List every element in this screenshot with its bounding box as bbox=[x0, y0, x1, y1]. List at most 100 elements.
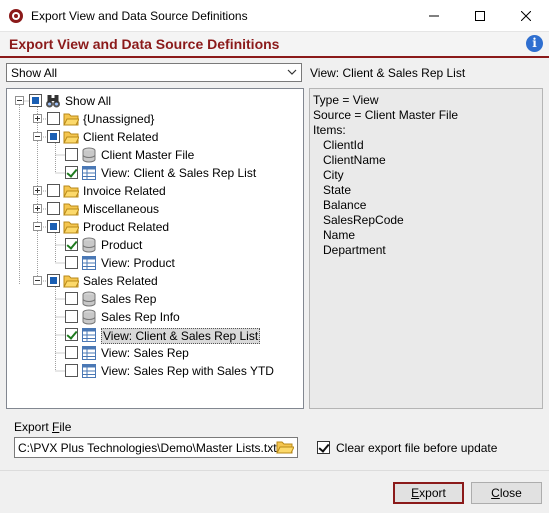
title-bar: Export View and Data Source Definitions bbox=[0, 0, 549, 32]
collapse-icon[interactable] bbox=[33, 222, 42, 231]
app-icon bbox=[9, 9, 23, 23]
clear-export-file-checkbox[interactable] bbox=[317, 441, 330, 454]
tree-node-checkbox[interactable] bbox=[65, 256, 78, 269]
tree-node-checkbox[interactable] bbox=[47, 130, 60, 143]
header-title: Export View and Data Source Definitions bbox=[9, 36, 280, 52]
details-item: ClientId bbox=[323, 138, 364, 152]
maximize-button[interactable] bbox=[457, 0, 503, 32]
footer-divider bbox=[0, 470, 549, 471]
tree-node-label[interactable]: Sales Related bbox=[83, 274, 158, 288]
tree-node-checkbox[interactable] bbox=[65, 346, 78, 359]
tree-node-checkbox[interactable] bbox=[65, 148, 78, 161]
tree-node-checkbox[interactable] bbox=[65, 364, 78, 377]
table-view-icon bbox=[82, 256, 96, 270]
minimize-icon bbox=[429, 15, 439, 17]
clear-export-file-label[interactable]: Clear export file before update bbox=[336, 441, 497, 455]
tree-node[interactable]: Miscellaneous bbox=[7, 200, 303, 218]
tree-node[interactable]: View: Client & Sales Rep List bbox=[7, 164, 303, 182]
tree-node-checkbox[interactable] bbox=[65, 238, 78, 251]
tree-node[interactable]: Product bbox=[7, 236, 303, 254]
tree-node-label[interactable]: View: Product bbox=[101, 256, 175, 270]
expand-icon[interactable] bbox=[33, 204, 42, 213]
tree-node-checkbox[interactable] bbox=[65, 292, 78, 305]
table-view-icon bbox=[82, 166, 96, 180]
tree-node-label[interactable]: View: Client & Sales Rep List bbox=[101, 166, 256, 180]
tree-node-checkbox[interactable] bbox=[47, 220, 60, 233]
export-button[interactable]: Export bbox=[393, 482, 464, 504]
filter-select[interactable]: Show All bbox=[6, 63, 302, 82]
view-name-label: View: Client & Sales Rep List bbox=[310, 66, 466, 80]
collapse-icon[interactable] bbox=[15, 96, 24, 105]
tree-node-checkbox[interactable] bbox=[47, 274, 60, 287]
minimize-button[interactable] bbox=[411, 0, 457, 32]
tree-node[interactable]: Sales Rep Info bbox=[7, 308, 303, 326]
tree-node-checkbox[interactable] bbox=[65, 166, 78, 179]
details-item: State bbox=[323, 183, 352, 197]
folder-icon bbox=[63, 131, 79, 144]
tree-node-label[interactable]: Miscellaneous bbox=[83, 202, 159, 216]
tree-node-label[interactable]: Client Related bbox=[83, 130, 158, 144]
close-button[interactable]: Close bbox=[471, 482, 542, 504]
tree-node-label[interactable]: Client Master File bbox=[101, 148, 194, 162]
binoculars-icon bbox=[46, 95, 60, 108]
tree-node[interactable]: Client Master File bbox=[7, 146, 303, 164]
tree-node-checkbox[interactable] bbox=[29, 94, 42, 107]
definitions-tree[interactable]: Show All {Unassigned} Client Related Client… bbox=[6, 88, 304, 409]
details-item: ClientName bbox=[323, 153, 386, 167]
tree-node[interactable]: Sales Rep bbox=[7, 290, 303, 308]
chevron-down-icon bbox=[287, 69, 297, 75]
tree-node-label[interactable]: Product bbox=[101, 238, 142, 252]
database-icon bbox=[82, 291, 96, 307]
folder-icon bbox=[63, 113, 79, 126]
browse-folder-icon[interactable] bbox=[276, 439, 294, 455]
close-window-button[interactable] bbox=[503, 0, 549, 32]
folder-icon bbox=[63, 185, 79, 198]
collapse-icon[interactable] bbox=[33, 276, 42, 285]
table-view-icon bbox=[82, 346, 96, 360]
tree-node[interactable]: View: Sales Rep with Sales YTD bbox=[7, 362, 303, 380]
tree-node-checkbox[interactable] bbox=[47, 112, 60, 125]
expand-icon[interactable] bbox=[33, 186, 42, 195]
tree-node[interactable]: View: Product bbox=[7, 254, 303, 272]
filter-selected-value: Show All bbox=[11, 66, 58, 80]
tree-node-label[interactable]: View: Sales Rep with Sales YTD bbox=[101, 364, 274, 378]
tree-node[interactable]: {Unassigned} bbox=[7, 110, 303, 128]
tree-node-label[interactable]: Show All bbox=[65, 94, 111, 108]
folder-icon bbox=[63, 221, 79, 234]
tree-node-checkbox[interactable] bbox=[47, 202, 60, 215]
expand-icon[interactable] bbox=[33, 114, 42, 123]
tree-node-label[interactable]: Sales Rep Info bbox=[101, 310, 180, 324]
tree-node[interactable]: View: Client & Sales Rep List bbox=[7, 326, 303, 344]
tree-node-checkbox[interactable] bbox=[47, 184, 60, 197]
tree-node[interactable]: Product Related bbox=[7, 218, 303, 236]
export-file-path-input[interactable]: C:\PVX Plus Technologies\Demo\Master Lis… bbox=[14, 437, 298, 458]
details-source: Source = Client Master File bbox=[313, 108, 459, 122]
collapse-icon[interactable] bbox=[33, 132, 42, 141]
close-icon bbox=[521, 11, 531, 21]
tree-node-label[interactable]: {Unassigned} bbox=[83, 112, 154, 126]
tree-node[interactable]: Show All bbox=[7, 92, 303, 110]
tree-node-checkbox[interactable] bbox=[65, 310, 78, 323]
database-icon bbox=[82, 237, 96, 253]
folder-icon bbox=[63, 275, 79, 288]
tree-node-label[interactable]: View: Client & Sales Rep List bbox=[101, 328, 261, 344]
window-title: Export View and Data Source Definitions bbox=[31, 9, 248, 23]
folder-icon bbox=[63, 203, 79, 216]
tree-node[interactable]: Client Related bbox=[7, 128, 303, 146]
details-item: City bbox=[323, 168, 344, 182]
database-icon bbox=[82, 147, 96, 163]
tree-node-label[interactable]: Sales Rep bbox=[101, 292, 156, 306]
tree-node-label[interactable]: Product Related bbox=[83, 220, 169, 234]
tree-node[interactable]: View: Sales Rep bbox=[7, 344, 303, 362]
tree-node[interactable]: Sales Related bbox=[7, 272, 303, 290]
tree-node[interactable]: Invoice Related bbox=[7, 182, 303, 200]
details-items-heading: Items: bbox=[313, 123, 346, 137]
export-file-label: Export File bbox=[14, 420, 72, 434]
tree-node-label[interactable]: Invoice Related bbox=[83, 184, 166, 198]
details-item: Name bbox=[323, 228, 356, 242]
details-item: Balance bbox=[323, 198, 367, 212]
tree-node-checkbox[interactable] bbox=[65, 328, 78, 341]
tree-node-label[interactable]: View: Sales Rep bbox=[101, 346, 189, 360]
info-icon[interactable]: i bbox=[526, 35, 543, 52]
table-view-icon bbox=[82, 328, 96, 342]
